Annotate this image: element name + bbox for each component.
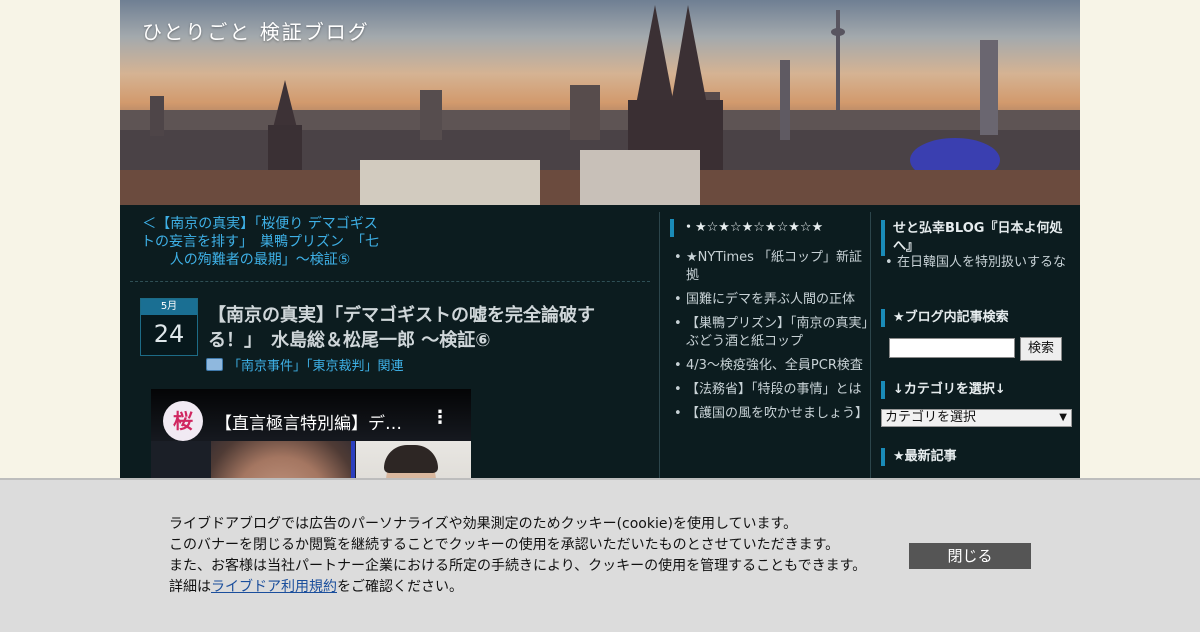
external-blog-item[interactable]: 在日韓国人を特別扱いするな (885, 254, 1080, 272)
person-hair (384, 445, 438, 473)
previous-post-link[interactable]: ＜【南京の真実】「桜便り デマゴギストの妄言を排す」 巣鴨プリズン 「七人の殉難… (140, 215, 380, 269)
category-select[interactable]: カテゴリを選択 ▼ (881, 409, 1072, 427)
video-title[interactable]: 【直言極言特別編】デ… (215, 409, 415, 434)
sidebar-mid-item[interactable]: 国難にデマを弄ぶ人間の正体 (674, 291, 870, 309)
cookie-line: また、お客様は当社パートナー企業における所定の手続きにより、クッキーの使用を管理… (169, 558, 867, 574)
post-category: 「南京事件」「東京裁判」関連 (206, 355, 404, 374)
more-options-icon[interactable]: ⋮ (431, 407, 449, 428)
blog-title[interactable]: ひとりごと 検証ブログ (142, 16, 370, 45)
category-select-value: カテゴリを選択 (885, 410, 977, 425)
close-button[interactable]: 閉じる (909, 543, 1031, 569)
cookie-line: ライブドアブログでは広告のパーソナライズや効果測定のためクッキー(cookie)… (169, 516, 798, 532)
post-date-month: 5月 (141, 299, 197, 315)
cookie-detail-suffix: をご確認ください。 (337, 579, 463, 595)
cookie-banner: ライブドアブログでは広告のパーソナライズや効果測定のためクッキー(cookie)… (0, 478, 1200, 632)
terms-link[interactable]: ライブドア利用規約 (211, 579, 337, 595)
header-banner[interactable]: ひとりごと 検証ブログ (120, 0, 1080, 205)
latest-posts-heading: ★最新記事 (881, 448, 957, 466)
folder-icon (206, 358, 223, 371)
sidebar-mid-item[interactable]: ★NYTimes 「紙コップ」新証拠 (674, 249, 870, 285)
chevron-down-icon: ▼ (1059, 412, 1067, 423)
sidebar-mid-item[interactable]: 【法務省】「特段の事情」とは (674, 381, 870, 399)
divider (130, 281, 650, 282)
sidebar-mid-list: ★NYTimes 「紙コップ」新証拠 国難にデマを弄ぶ人間の正体 【巣鴨プリズン… (660, 249, 870, 423)
sidebar-mid-item[interactable]: 4/3～検疫強化、全員PCR検査 (674, 357, 870, 375)
category-heading: ↓カテゴリを選択↓ (881, 381, 1006, 399)
post-date-day: 24 (153, 320, 185, 348)
post-title[interactable]: 【南京の真実】「デマゴギストの嘘を完全論破する！」 水島総＆松尾一郎 ～検証⑥ (208, 303, 628, 353)
cookie-line: 詳細はライブドア利用規約をご確認ください。 (169, 577, 889, 598)
search-button[interactable]: 検索 (1020, 337, 1062, 361)
channel-logo-icon[interactable]: 桜 (163, 401, 203, 441)
cookie-text: ライブドアブログでは広告のパーソナライズや効果測定のためクッキー(cookie)… (169, 514, 889, 598)
external-blog-heading: せと弘幸BLOG『日本よ何処へ』 (881, 220, 1073, 256)
search-input[interactable] (889, 338, 1015, 358)
external-blog-list: 在日韓国人を特別扱いするな (871, 254, 1080, 278)
sidebar-mid-item[interactable]: 【巣鴨プリズン】「南京の真実」ぶどう酒と紙コップ (674, 315, 870, 351)
post-date: 5月 24 (140, 298, 198, 356)
sidebar-mid-heading: ・★☆★☆★☆★☆★☆★ (670, 219, 870, 237)
search-heading: ★ブログ内記事検索 (881, 309, 1009, 327)
post-category-link[interactable]: 「南京事件」「東京裁判」関連 (228, 359, 404, 374)
cookie-line: このバナーを閉じるか閲覧を継続することでクッキーの使用を承認いただいたものとさせ… (169, 537, 840, 553)
cookie-detail-prefix: 詳細は (169, 579, 211, 595)
sidebar-mid-item[interactable]: 【護国の風を吹かせましょう】 (674, 405, 870, 423)
